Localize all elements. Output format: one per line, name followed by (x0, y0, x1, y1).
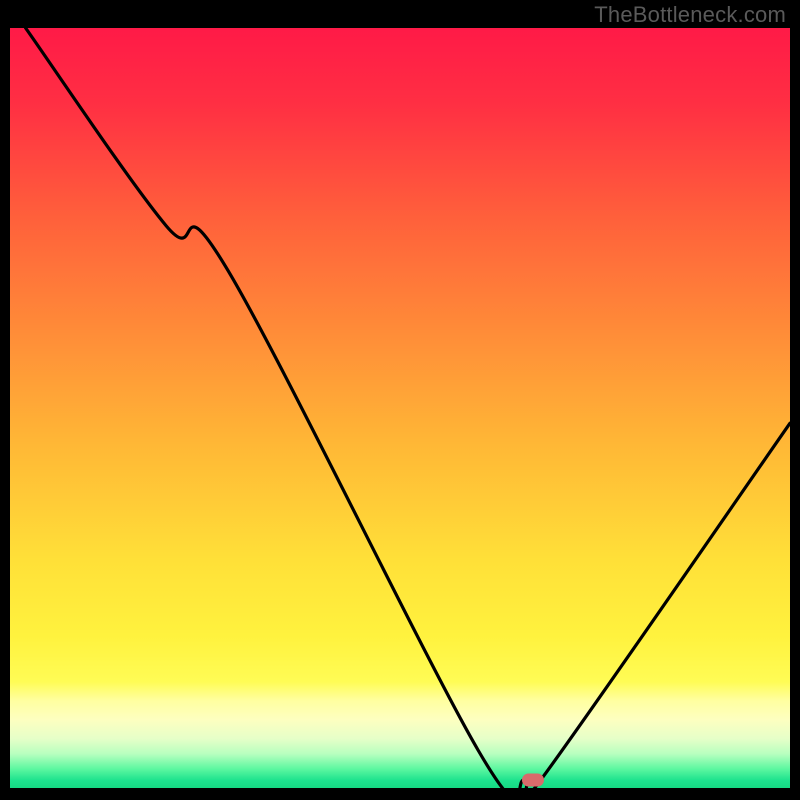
optimum-marker (522, 774, 544, 787)
watermark-text: TheBottleneck.com (594, 2, 786, 28)
plot-area (10, 28, 790, 788)
penalty-curve (10, 28, 790, 788)
